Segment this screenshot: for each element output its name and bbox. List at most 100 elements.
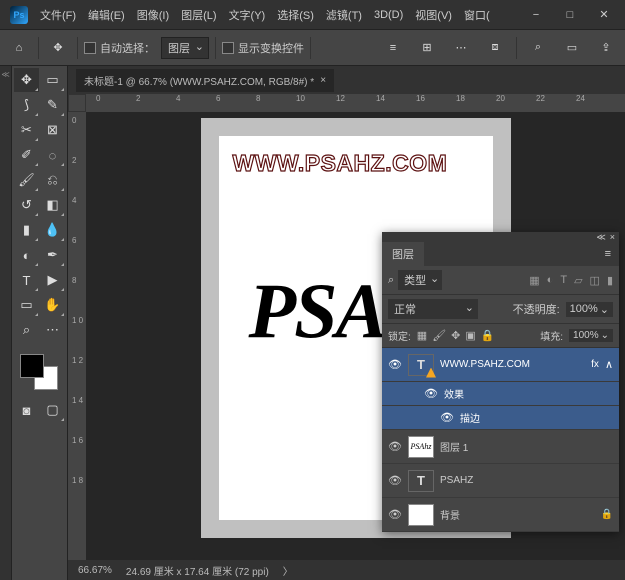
lock-transparent-icon[interactable]: ▦ [417,329,427,342]
visibility-icon[interactable]: 👁 [388,358,402,371]
close-panel-icon[interactable]: × [610,232,615,242]
hand-tool[interactable]: ✋ [40,293,65,317]
fx-badge[interactable]: fx [591,359,599,370]
fill-field[interactable]: 100%⌄ [569,329,613,342]
align-icon[interactable]: ≡ [380,35,406,61]
brush-tool[interactable]: 🖌 [14,168,39,192]
layer-name[interactable]: 背景 [440,507,595,522]
layer-item[interactable]: 👁 T PSAHZ [382,464,619,498]
filter-shape-icon[interactable]: ▱ [574,274,582,287]
history-brush-tool[interactable]: ↺ [14,193,39,217]
lock-all-icon[interactable]: 🔒 [481,329,495,342]
auto-select-toggle[interactable]: 自动选择： [84,40,155,56]
visibility-icon[interactable]: 👁 [388,508,402,521]
lasso-tool[interactable]: ⟆ [14,93,39,117]
filter-smart-icon[interactable]: ◫ [590,274,600,287]
eyedropper-tool[interactable]: ✐ [14,143,39,167]
collapse-icon[interactable]: ≪ [596,232,605,243]
layer-thumb[interactable] [408,504,434,526]
layers-panel[interactable]: ≪× 图层 ≡ ⌕ 类型 ▦ ◐ T ▱ ◫ ▮ 正常 不透明度: 100%⌄ … [382,232,619,532]
lock-pixels-icon[interactable]: 🖌 [432,329,446,342]
auto-select-checkbox[interactable] [84,42,96,54]
layer-thumb[interactable]: PSAhz [408,436,434,458]
menu-view[interactable]: 视图(V) [409,3,458,27]
gradient-tool[interactable]: ▮ [14,218,39,242]
type-tool[interactable]: T [14,268,39,292]
menu-filter[interactable]: 滤镜(T) [320,3,368,27]
layer-name[interactable]: PSAHZ [440,475,613,486]
panel-collapse-left[interactable]: ≪ [0,66,12,580]
more-icon[interactable]: ⋯ [448,35,474,61]
eraser-tool[interactable]: ◧ [40,193,65,217]
marquee-tool[interactable]: ▭ [40,68,65,92]
screenmode-tool[interactable]: ▢ [40,398,65,422]
visibility-icon[interactable]: 👁 [424,387,438,400]
auto-select-target[interactable]: 图层 [161,37,209,59]
maximize-button[interactable]: □ [553,1,587,29]
panel-menu-icon[interactable]: ≡ [597,244,619,264]
shape-tool[interactable]: ▭ [14,293,39,317]
quickmask-tool[interactable]: ◙ [14,398,39,422]
search-icon[interactable]: ⌕ [388,274,394,287]
layers-tab[interactable]: 图层 [382,242,424,266]
opacity-field[interactable]: 100%⌄ [566,302,613,317]
frame-tool[interactable]: ⊠ [40,118,65,142]
color-swatches[interactable] [14,352,65,390]
watermark-text[interactable]: WWW.PSAHZ.COM [233,150,448,177]
visibility-icon[interactable]: 👁 [388,440,402,453]
filter-toggle-icon[interactable]: ▮ [607,274,613,287]
layer-item[interactable]: 👁 T WWW.PSAHZ.COM fx ∧ [382,348,619,382]
share-icon[interactable]: ⇪ [593,35,619,61]
menu-3d[interactable]: 3D(D) [368,5,409,25]
layer-item[interactable]: 👁 PSAhz 图层 1 [382,430,619,464]
close-tab-icon[interactable]: × [320,75,326,86]
visibility-icon[interactable]: 👁 [440,411,454,424]
layer-effects[interactable]: 👁 效果 [382,382,619,406]
status-caret-icon[interactable]: 〉 [283,563,293,578]
filter-adjust-icon[interactable]: ◐ [547,274,554,287]
crop-tool[interactable]: ✂ [14,118,39,142]
show-transform-checkbox[interactable] [222,42,234,54]
minimize-button[interactable]: − [519,1,553,29]
visibility-icon[interactable]: 👁 [388,474,402,487]
menu-type[interactable]: 文字(Y) [223,3,272,27]
menu-layer[interactable]: 图层(L) [175,3,222,27]
menu-window[interactable]: 窗口( [458,3,496,27]
layer-name[interactable]: 图层 1 [440,439,613,454]
lock-position-icon[interactable]: ✥ [451,329,460,342]
menu-file[interactable]: 文件(F) [34,3,82,27]
layer-name[interactable]: WWW.PSAHZ.COM [440,359,585,370]
panel-grip[interactable]: ≪× [382,232,619,242]
filter-type-select[interactable]: 类型 [398,270,442,290]
dodge-tool[interactable]: ◐ [14,243,39,267]
blend-mode-select[interactable]: 正常 [388,299,478,319]
show-transform-toggle[interactable]: 显示变换控件 [222,40,304,56]
lock-artboard-icon[interactable]: ▣ [465,329,475,342]
zoom-level[interactable]: 66.67% [78,565,112,576]
home-icon[interactable]: ⌂ [6,35,32,61]
quick-select-tool[interactable]: ✎ [40,93,65,117]
layer-item[interactable]: 👁 背景 🔒 [382,498,619,532]
menu-image[interactable]: 图像(I) [131,3,175,27]
edit-toolbar[interactable]: ⋯ [40,318,65,342]
close-button[interactable]: ✕ [587,1,621,29]
zoom-tool[interactable]: ⌕ [14,318,39,342]
chevron-up-icon[interactable]: ∧ [605,358,613,371]
filter-type-icon[interactable]: T [560,274,567,287]
layer-effect-stroke[interactable]: 👁 描边 [382,406,619,430]
blur-tool[interactable]: 💧 [40,218,65,242]
document-tab[interactable]: 未标题-1 @ 66.7% (WWW.PSAHZ.COM, RGB/8#) * … [76,69,334,92]
pen-tool[interactable]: ✒ [40,243,65,267]
clone-tool[interactable]: ⎌ [40,168,65,192]
distribute-icon[interactable]: ⊞ [414,35,440,61]
workspace-icon[interactable]: ▭ [559,35,585,61]
menu-select[interactable]: 选择(S) [271,3,320,27]
move-tool-icon[interactable]: ✥ [45,35,71,61]
move-tool[interactable]: ✥ [14,68,39,92]
search-icon[interactable]: ⌕ [525,35,551,61]
3d-mode-icon[interactable]: ⧈ [482,35,508,61]
filter-pixel-icon[interactable]: ▦ [529,274,539,287]
foreground-color-swatch[interactable] [20,354,44,378]
heal-tool[interactable]: ◌ [40,143,65,167]
path-select-tool[interactable]: ▶ [40,268,65,292]
